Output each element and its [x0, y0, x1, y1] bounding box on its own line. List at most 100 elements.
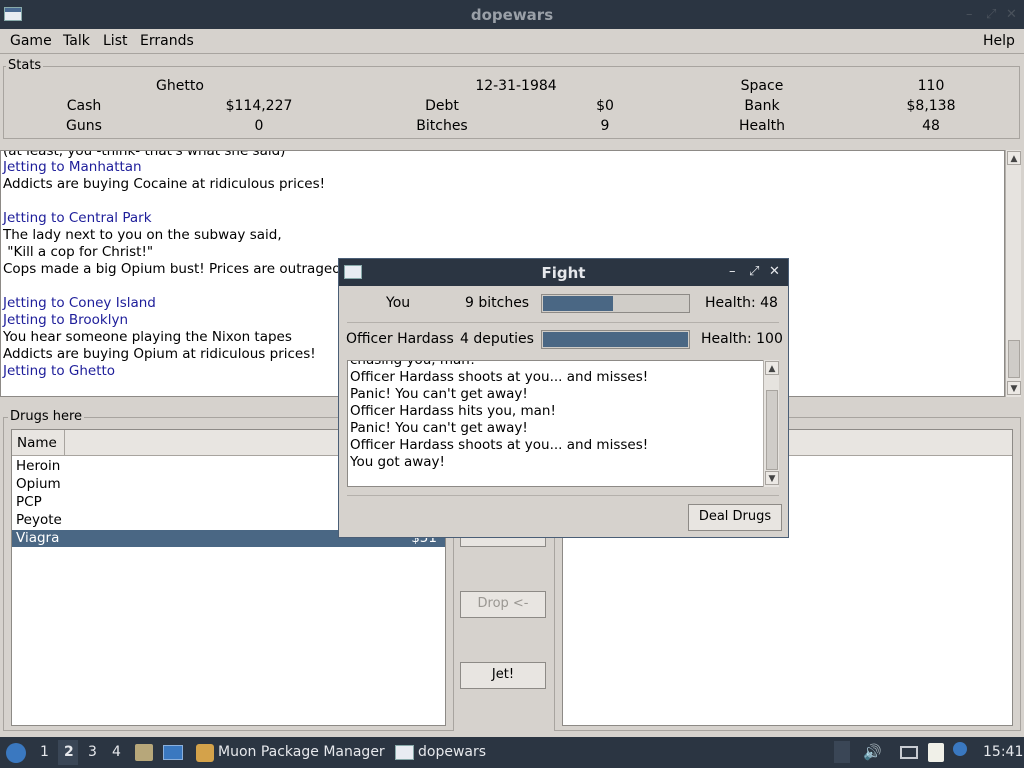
- drug-name: Peyote: [16, 512, 62, 528]
- enemy-deputies: 4 deputies: [460, 331, 534, 347]
- fight-log-line: Officer Hardass shoots at you... and mis…: [350, 437, 649, 453]
- workspace-3[interactable]: 3: [88, 744, 97, 760]
- fight-log-line: chasing you, man!: [350, 360, 476, 368]
- jet-button[interactable]: Jet!: [460, 662, 546, 689]
- workspace-4[interactable]: 4: [112, 744, 121, 760]
- workspace-2[interactable]: 2: [64, 744, 74, 760]
- drugs-here-label: Drugs here: [8, 409, 85, 424]
- clock: 15:41: [983, 744, 1024, 760]
- log-line: Jetting to Central Park: [3, 210, 152, 226]
- clipboard-icon[interactable]: [928, 743, 944, 762]
- drug-name: Heroin: [16, 458, 61, 474]
- you-bitches: 9 bitches: [465, 295, 530, 311]
- log-line: Jetting to Brooklyn: [3, 312, 129, 328]
- you-health-bar: [541, 294, 690, 313]
- close-icon[interactable]: ✕: [1006, 7, 1017, 22]
- you-name: You: [386, 295, 411, 311]
- scroll-down-icon[interactable]: ▼: [1007, 381, 1021, 395]
- maximize-icon[interactable]: ⤢: [986, 7, 996, 22]
- log-line: Cops made a big Opium bust! Prices are o…: [3, 261, 341, 277]
- menu-game-label: Game: [10, 33, 52, 49]
- scroll-up-icon[interactable]: ▲: [765, 361, 779, 375]
- fight-log-line: Panic! You can't get away!: [350, 386, 528, 402]
- menu-help[interactable]: Help: [983, 33, 1015, 49]
- log-line: Jetting to Manhattan: [3, 159, 142, 175]
- menu-errands-label: Errands: [140, 33, 194, 49]
- fight-log-line: Officer Hardass hits you, man!: [350, 403, 556, 419]
- stat-date: 12-31-1984: [475, 78, 557, 94]
- menu-errands[interactable]: Errands: [140, 33, 194, 49]
- task-muon[interactable]: Muon Package Manager: [218, 744, 385, 760]
- start-menu-icon[interactable]: [6, 743, 26, 763]
- fight-scroll-thumb[interactable]: [766, 390, 778, 470]
- log-line: The lady next to you on the subway said,: [3, 227, 282, 243]
- package-manager-icon: [196, 744, 214, 762]
- enemy-name: Officer Hardass: [346, 331, 454, 347]
- minimize-icon[interactable]: –: [966, 7, 973, 22]
- log-line: Addicts are buying Opium at ridiculous p…: [3, 346, 316, 362]
- log-scrollbar[interactable]: ▲ ▼: [1005, 150, 1021, 397]
- log-line: "Kill a cop for Christ!": [3, 244, 154, 260]
- fight-log-line: Panic! You can't get away!: [350, 420, 528, 436]
- enemy-health: Health: 100: [701, 331, 783, 347]
- task-dopewars[interactable]: dopewars: [418, 744, 486, 760]
- stat-location: Ghetto: [156, 78, 204, 94]
- fight-log-line: Officer Hardass shoots at you... and mis…: [350, 369, 649, 385]
- dopewars-task-icon: [395, 745, 414, 760]
- log-line: Jetting to Coney Island: [3, 295, 156, 311]
- log-line: Jetting to Ghetto: [3, 363, 116, 379]
- stat-space: 110: [917, 78, 945, 94]
- stat-cash: $114,227: [225, 98, 293, 114]
- fight-log[interactable]: chasing you, man! Officer Hardass shoots…: [347, 360, 779, 487]
- fight-log-line: You got away!: [350, 454, 445, 470]
- drug-name: PCP: [16, 494, 42, 510]
- menu-game[interactable]: Game: [10, 33, 52, 49]
- network-icon[interactable]: [900, 746, 918, 759]
- stat-health: 48: [922, 118, 940, 134]
- menu-help-label: Help: [983, 33, 1015, 49]
- close-icon[interactable]: ✕: [769, 264, 780, 279]
- scroll-down-icon[interactable]: ▼: [765, 471, 779, 485]
- notification-icon[interactable]: [953, 742, 967, 756]
- file-manager-icon[interactable]: [135, 744, 153, 761]
- deal-drugs-button[interactable]: Deal Drugs: [688, 504, 782, 531]
- log-scroll-thumb[interactable]: [1008, 340, 1020, 378]
- column-name-label: Name: [17, 435, 57, 451]
- stat-bank: $8,138: [906, 98, 956, 114]
- volume-icon[interactable]: 🔊: [863, 743, 882, 761]
- fight-title: Fight: [541, 264, 586, 282]
- column-name-header[interactable]: Name: [12, 430, 65, 455]
- minimize-icon[interactable]: –: [729, 264, 736, 279]
- log-line: You hear someone playing the Nixon tapes: [3, 329, 292, 345]
- divider: [347, 495, 779, 496]
- menu-list-label: List: [103, 33, 128, 49]
- workspace-1[interactable]: 1: [40, 744, 49, 760]
- divider: [347, 322, 779, 323]
- menu-bar: Game Talk List Errands Help: [0, 29, 1024, 54]
- log-line: Addicts are buying Cocaine at ridiculous…: [3, 176, 326, 192]
- window-title: dopewars: [470, 6, 554, 24]
- you-health: Health: 48: [705, 295, 778, 311]
- menu-talk[interactable]: Talk: [63, 33, 90, 49]
- maximize-icon[interactable]: ⤢: [749, 264, 759, 279]
- fight-dialog: Fight – ⤢ ✕ You 9 bitches Health: 48 Off…: [338, 258, 789, 538]
- desktop-icon[interactable]: [163, 745, 183, 760]
- menu-talk-label: Talk: [63, 33, 90, 49]
- menu-list[interactable]: List: [103, 33, 127, 49]
- log-line: (at least, you -think- that's what she s…: [3, 150, 286, 159]
- window-titlebar[interactable]: dopewars – ⤢ ✕: [0, 0, 1024, 29]
- taskbar: 1 2 3 4 Muon Package Manager dopewars 🔊 …: [0, 737, 1024, 768]
- enemy-health-bar: [541, 330, 690, 349]
- stat-guns: 0: [254, 118, 264, 134]
- drug-name: Opium: [16, 476, 61, 492]
- scroll-up-icon[interactable]: ▲: [1007, 151, 1021, 165]
- tray-icon[interactable]: [834, 741, 850, 763]
- drug-name: Viagra: [16, 530, 60, 546]
- stat-cash-label: Cash: [66, 98, 102, 114]
- fight-titlebar[interactable]: Fight – ⤢ ✕: [339, 259, 788, 286]
- stat-guns-label: Guns: [66, 118, 102, 134]
- stats-group-label: Stats: [6, 58, 44, 73]
- drop-button[interactable]: Drop <-: [460, 591, 546, 618]
- you-health-fill: [543, 296, 613, 311]
- fight-log-scrollbar[interactable]: ▲ ▼: [763, 360, 779, 487]
